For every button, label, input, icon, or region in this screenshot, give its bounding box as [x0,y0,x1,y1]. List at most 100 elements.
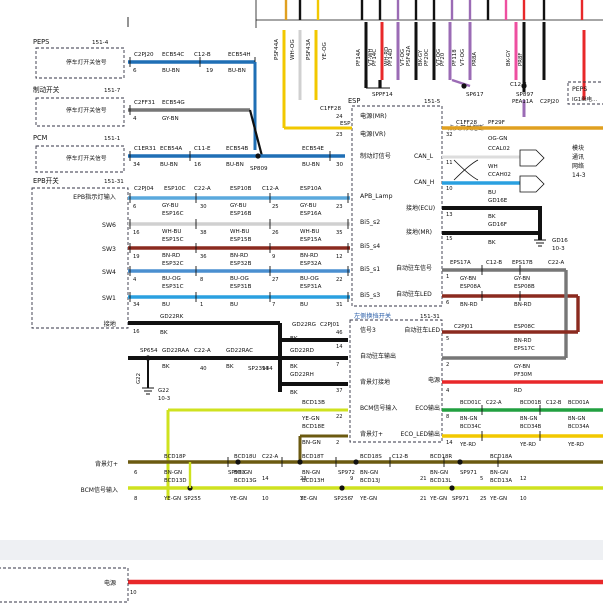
wire-id: BCD13D [164,478,187,484]
esp-pin-label: Bi5_s2 [360,219,380,226]
splice-dot [235,459,241,465]
connector-label: C12-B [486,260,502,266]
pin-number: 11 [446,160,453,166]
wire-id: BCD18T [302,454,324,460]
pin-number: 3 [300,496,303,502]
esp-name: ESP [348,97,360,105]
wire-color: BN-GN [360,470,378,476]
lower-left-label: BCM信号输入 [81,486,118,494]
wire-id: GD16F [488,222,507,228]
connector-label: C12-B [510,82,527,88]
wire-color: YE-GN [229,496,247,502]
epb-pin-label: SW1 [102,295,116,302]
pin-number: 6 [133,204,136,210]
connector-label: C2PJ01 [320,322,340,328]
pin-number: 8 [200,277,203,283]
connector-label: C12-B [546,400,562,406]
splice-dot [339,485,345,491]
wire-color: BN-RD [230,253,248,259]
epb-pin-label: EPB指示灯输入 [73,193,116,201]
wire-id: ESP31C [162,284,184,290]
wire-id: BCD18S [360,454,382,460]
wiring-diagram: PSF44A WH-OG PSF43A YE-OG PF14A VT-WH PF14C WH-… [0,0,603,603]
pin-number: 10 [130,590,137,596]
wire-id: ESP08A [460,284,481,290]
wire-id: EPS17B [512,260,533,266]
wire-color: BN-RD [460,302,478,308]
switch-right-pin: ECO输出 [415,404,440,412]
wire-id: GD22RH [290,372,314,378]
splice-label: SP897 [516,92,534,98]
wire-id: BCD18U [234,454,256,460]
page-separator [0,540,603,560]
wire-code-label: PF14D [388,49,394,66]
wire-id: BCD01A [568,400,590,406]
pin-number: 1 [446,274,449,280]
pin-number: 26 [272,230,279,236]
wire-color: YE-GN [163,496,181,502]
wire-code-label: PF14A [356,49,362,66]
wire-color: YE-RD [567,442,584,448]
pin-number: 12 [336,254,343,260]
module-name-pcm: PCM [33,134,48,142]
wire-code-label: WH-OG [290,39,296,60]
wire-id: CCAH02 [488,172,511,178]
wire-color: OG-GN [488,136,507,142]
wire-color: YE-RD [519,442,536,448]
pin-number: 13 [446,212,453,218]
pin-number: 9 [272,254,275,260]
wire-id: GD22RG [292,322,316,328]
wire-code-label: BK-GY [506,49,512,66]
switch-box-conn: 151-31 [420,314,440,320]
wire-code-label: PF14C [372,49,378,66]
can-network-arrow [519,175,545,193]
module-signal-label: 停车灯开关信号 [66,154,107,162]
wire-id: ESP10C [164,186,186,192]
pin-number: 19 [206,68,214,74]
pin-number: 34 [133,302,140,308]
wire-color: BN-RD [300,253,318,259]
pin-number: 4 [133,277,137,283]
connector-label: C22-A [262,454,278,460]
epb-pin-label: 接地 [104,320,116,328]
pin-number: 10 [446,186,453,192]
esp-conn: 151-5 [424,99,441,105]
wire-id: ESP31B [230,284,252,290]
wire-id: BCD01B [520,400,542,406]
pin-number: 40 [200,366,207,372]
wire-color: BN-RD [514,302,532,308]
wire-color: BU-BN [302,162,320,168]
pin-number: 22 [336,277,343,283]
wire-color: BU-BN [228,68,246,74]
pin-number: 23 [336,132,343,138]
pin-number: 38 [200,230,207,236]
wire-id: ESP08C [514,324,535,330]
connector-label: C2PJ01 [454,324,473,330]
wire-id: BCD01C [460,400,482,406]
wire-id: BCD18A [490,454,512,460]
wire-color: BU [300,302,308,308]
esp-pin-label: 制动灯信号 [360,152,391,160]
pin-number: 5 [446,336,449,342]
pin-number: 34 [133,162,141,168]
esp-pin-label: 电源(MR) [360,112,387,120]
splice-label: SP971 [452,496,469,502]
pin-number: 16 [133,329,140,335]
esp-right-label: 自动驻车LED [396,290,432,298]
pin-number: 21 [420,476,427,482]
wire-id: ECB54C [162,52,184,58]
wire-code-label: PF20C [424,49,430,66]
connector-label: C22-A [548,260,564,266]
splice-label: SP256 [334,496,352,502]
wire-id: BCD34B [520,424,542,430]
can-note: 网络 [572,162,584,170]
esp-right-label: 自动驻车信号 [396,264,432,272]
wire-color: BU-BN [162,68,180,74]
epb-pin-label: SW4 [102,269,116,276]
esp-right-label: CAN_H [414,179,434,186]
wire-id: BCD18E [302,424,325,430]
wire-color: GY-BN [162,116,179,122]
wire-id: GD16E [488,198,508,204]
pin-number: 7 [272,302,275,308]
pin-number: 1 [200,302,203,308]
